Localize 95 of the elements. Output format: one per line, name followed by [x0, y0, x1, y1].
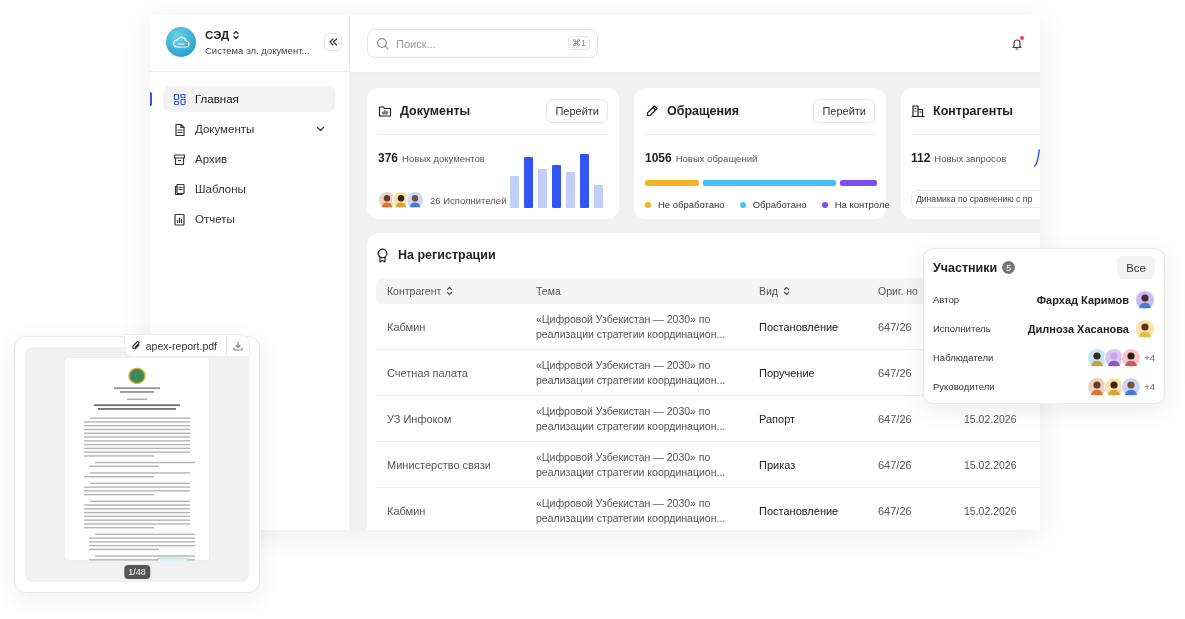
- person-name: Фархад Каримов: [1036, 293, 1129, 306]
- section-title: На регистрации: [398, 248, 496, 262]
- nav-icon: [173, 92, 186, 106]
- nav-icon: [173, 212, 186, 226]
- table-cell: УЗ Инфоком: [387, 412, 452, 425]
- count-label: Новых запросов: [934, 153, 1007, 164]
- table-cell: Постановление: [759, 504, 839, 517]
- legend-label: На контроле: [834, 199, 890, 210]
- notification-button[interactable]: [1011, 37, 1023, 50]
- nav-item[interactable]: Главная: [163, 86, 335, 112]
- count-label: Новых документов: [402, 153, 485, 164]
- avatar-icon: [1135, 289, 1155, 310]
- avatar-icon: [1104, 376, 1125, 397]
- table-cell: Кабмин: [387, 504, 426, 517]
- download-icon: [233, 340, 243, 351]
- count-label: Новых обращений: [675, 153, 758, 164]
- more-count: +4: [1144, 381, 1155, 392]
- table-cell: 647/26: [878, 504, 912, 517]
- table-cell: Счетная палата: [387, 366, 468, 379]
- table-cell-text: «Цифровой Узбекистан — 2030» по реализации стратегии координацион...: [536, 403, 727, 434]
- chevron-down-icon[interactable]: [316, 126, 325, 132]
- table-cell: 15.02.2026: [964, 412, 1017, 425]
- role-label: Автор: [933, 294, 960, 305]
- participants-title: Участники: [933, 260, 998, 275]
- count-value: 376: [378, 151, 399, 165]
- open-button[interactable]: Перейти: [546, 99, 608, 123]
- card-icon: [911, 104, 925, 118]
- avatar-icon: [1135, 318, 1155, 339]
- nav-item[interactable]: Документы: [163, 116, 335, 142]
- column-header: Ориг. но: [878, 285, 918, 297]
- search-icon: [376, 37, 389, 50]
- legend-label: Обработано: [752, 199, 807, 210]
- role-label: Наблюдатели: [933, 352, 995, 363]
- avatar-icon: [406, 191, 424, 209]
- table-cell: 15.02.2026: [964, 458, 1017, 471]
- table-cell: 647/26: [878, 320, 912, 333]
- card-icon: [378, 104, 392, 118]
- chevron-updown-icon[interactable]: [232, 29, 241, 40]
- table-cell-text: «Цифровой Узбекистан — 2030» по реализации стратегии координацион...: [536, 311, 727, 342]
- award-icon: [376, 247, 389, 263]
- avatar-icon: [1104, 347, 1125, 368]
- table-cell: Министерство связи: [387, 458, 491, 471]
- nav-icon: [173, 122, 186, 136]
- shortcut-hint: ⌘1: [568, 36, 590, 50]
- nav-item[interactable]: Шаблоны: [163, 176, 335, 202]
- table-cell: 647/26: [878, 412, 912, 425]
- app-title: СЭД: [205, 28, 230, 41]
- table-cell-text: «Цифровой Узбекистан — 2030» по реализации стратегии координацион...: [536, 357, 727, 388]
- table-cell: 647/26: [878, 458, 912, 471]
- table-cell: Постановление: [759, 320, 839, 333]
- avatar-icon: [1121, 347, 1142, 368]
- nav-item[interactable]: Отчеты: [163, 206, 335, 232]
- cloud-icon: [172, 36, 190, 48]
- table-cell: Поручение: [759, 366, 815, 379]
- sort-icon[interactable]: [446, 286, 454, 296]
- open-button[interactable]: Перейти: [813, 99, 875, 123]
- avatar-icon: [1121, 376, 1142, 397]
- avatar-icon: [1087, 347, 1108, 368]
- page-counter: 1/48: [124, 565, 150, 579]
- double-chevron-left-icon: [328, 37, 338, 47]
- column-header: Тема: [536, 285, 561, 297]
- sort-icon[interactable]: [783, 286, 790, 296]
- nav-icon: [173, 152, 186, 166]
- role-label: Исполнитель: [933, 323, 992, 334]
- nav-icon: [173, 182, 186, 196]
- card-title: Контрагенты: [933, 104, 1015, 118]
- assignees-count: 26 Исполнителей: [430, 194, 507, 206]
- count-value: 112: [911, 151, 931, 165]
- app-subtitle: Система эл. документ...: [205, 44, 311, 56]
- bell-icon: [1011, 37, 1023, 50]
- table-cell: 15.02.2026: [964, 504, 1017, 517]
- count-badge: 5: [1002, 261, 1016, 274]
- table-cell-text: «Цифровой Узбекистан — 2030» по реализации стратегии координацион...: [536, 449, 727, 480]
- more-count: +4: [1144, 352, 1155, 363]
- avatar-icon: [1087, 376, 1108, 397]
- table-cell: Рапорт: [759, 412, 796, 425]
- person-name: Дилноза Хасанова: [1027, 322, 1129, 335]
- card-title: Документы: [400, 104, 472, 118]
- card-icon: [645, 104, 659, 118]
- count-value: 1056: [645, 151, 672, 165]
- column-header: Контрагент: [387, 285, 442, 297]
- trend-line-drawing: [1034, 149, 1040, 167]
- show-all-button[interactable]: Все: [1117, 256, 1155, 279]
- table-cell: Приказ: [759, 458, 796, 471]
- legend-label: Не обработано: [658, 199, 725, 210]
- table-cell-text: «Цифровой Узбекистан — 2030» по реализации стратегии координацион...: [536, 495, 727, 526]
- table-cell: Кабмин: [387, 320, 426, 333]
- table-cell: 647/26: [878, 366, 912, 379]
- column-header: Вид: [759, 285, 778, 297]
- card-title: Обращения: [667, 104, 741, 118]
- collapse-button[interactable]: [324, 33, 342, 51]
- paperclip-icon: [130, 340, 141, 351]
- nav-item[interactable]: Архив: [163, 146, 335, 172]
- comparison-note: Динамика по сравнению с пр: [911, 190, 1040, 208]
- role-label: Руководители: [933, 381, 996, 392]
